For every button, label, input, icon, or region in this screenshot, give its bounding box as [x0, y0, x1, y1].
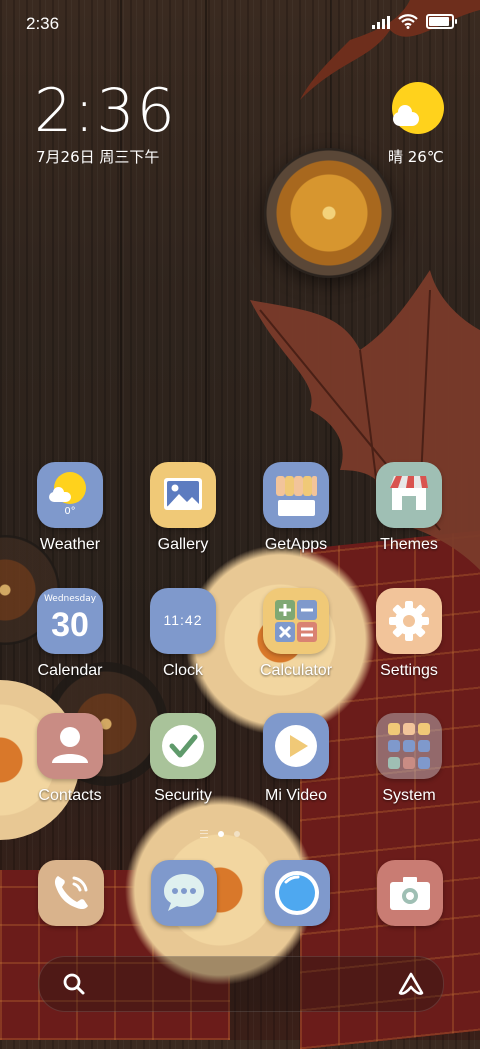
app-label: Security — [154, 787, 212, 804]
app-label: Gallery — [157, 536, 209, 553]
themes-icon — [376, 462, 442, 528]
dock-camera-app[interactable] — [377, 860, 443, 926]
calendar-day: 30 — [51, 606, 89, 644]
clock-icon: 11:42 — [150, 588, 216, 654]
app-settings[interactable]: Settings — [354, 588, 464, 680]
battery-level — [429, 17, 450, 26]
gear-icon — [376, 588, 442, 654]
clock-widget-time[interactable]: 2:36 — [34, 76, 177, 146]
dock-phone-app[interactable] — [38, 860, 104, 926]
wifi-icon — [398, 14, 418, 29]
dock-messages-app[interactable] — [151, 860, 217, 926]
app-label: Clock — [162, 662, 203, 679]
messages-icon — [164, 874, 204, 911]
app-calendar[interactable]: Wednesday 30 Calendar — [15, 588, 125, 680]
app-label: Mi Video — [265, 787, 327, 804]
app-label: System — [382, 787, 436, 804]
weather-app-temp: 0° — [64, 506, 76, 517]
status-bar: 2:36 — [0, 0, 480, 50]
weather-widget-text[interactable]: 晴 26℃ — [388, 146, 444, 167]
page-indicator-list-icon — [200, 830, 208, 838]
weather-cloud-icon — [393, 105, 419, 126]
app-calculator[interactable]: Calculator — [241, 588, 351, 680]
app-weather[interactable]: 0° Weather — [15, 462, 125, 554]
app-mi-video[interactable]: Mi Video — [241, 713, 351, 805]
app-label: Calculator — [259, 662, 333, 679]
cellular-signal-icon — [372, 15, 390, 29]
app-vault-icon[interactable] — [397, 971, 425, 997]
app-label: Weather — [39, 536, 101, 553]
play-icon — [263, 713, 329, 779]
clock-widget-date[interactable]: 7月26日 周三下午 — [36, 146, 159, 167]
page-dot — [234, 831, 240, 837]
page-indicator[interactable] — [200, 830, 240, 838]
app-label: Calendar — [37, 662, 103, 679]
app-label: Settings — [380, 662, 438, 679]
app-system-folder[interactable]: System — [354, 713, 464, 805]
folder-icon — [376, 713, 442, 779]
app-label: Contacts — [38, 787, 102, 804]
app-label: Themes — [380, 536, 438, 553]
search-icon[interactable] — [61, 971, 87, 997]
contacts-icon — [37, 713, 103, 779]
app-contacts[interactable]: Contacts — [15, 713, 125, 805]
calendar-weekday: Wednesday — [43, 594, 97, 604]
phone-icon — [54, 876, 88, 910]
battery-icon — [426, 14, 457, 29]
app-label: GetApps — [264, 536, 328, 553]
app-clock[interactable]: 11:42 Clock — [128, 588, 238, 680]
weather-icon: 0° — [37, 462, 103, 528]
calculator-icon — [263, 588, 329, 654]
calendar-icon: Wednesday 30 — [37, 588, 103, 654]
clock-icon-time: 11:42 — [163, 612, 203, 628]
security-check-icon — [150, 713, 216, 779]
home-search-bar[interactable] — [38, 956, 444, 1012]
getapps-icon — [263, 462, 329, 528]
status-time: 2:36 — [26, 14, 60, 33]
gallery-icon — [150, 462, 216, 528]
status-icons — [372, 14, 457, 29]
camera-icon — [390, 877, 430, 910]
app-gallery[interactable]: Gallery — [128, 462, 238, 554]
app-themes[interactable]: Themes — [354, 462, 464, 554]
page-dot-active — [218, 831, 224, 837]
browser-icon — [275, 871, 319, 915]
app-getapps[interactable]: GetApps — [241, 462, 351, 554]
app-security[interactable]: Security — [128, 713, 238, 805]
dock-browser-app[interactable] — [264, 860, 330, 926]
